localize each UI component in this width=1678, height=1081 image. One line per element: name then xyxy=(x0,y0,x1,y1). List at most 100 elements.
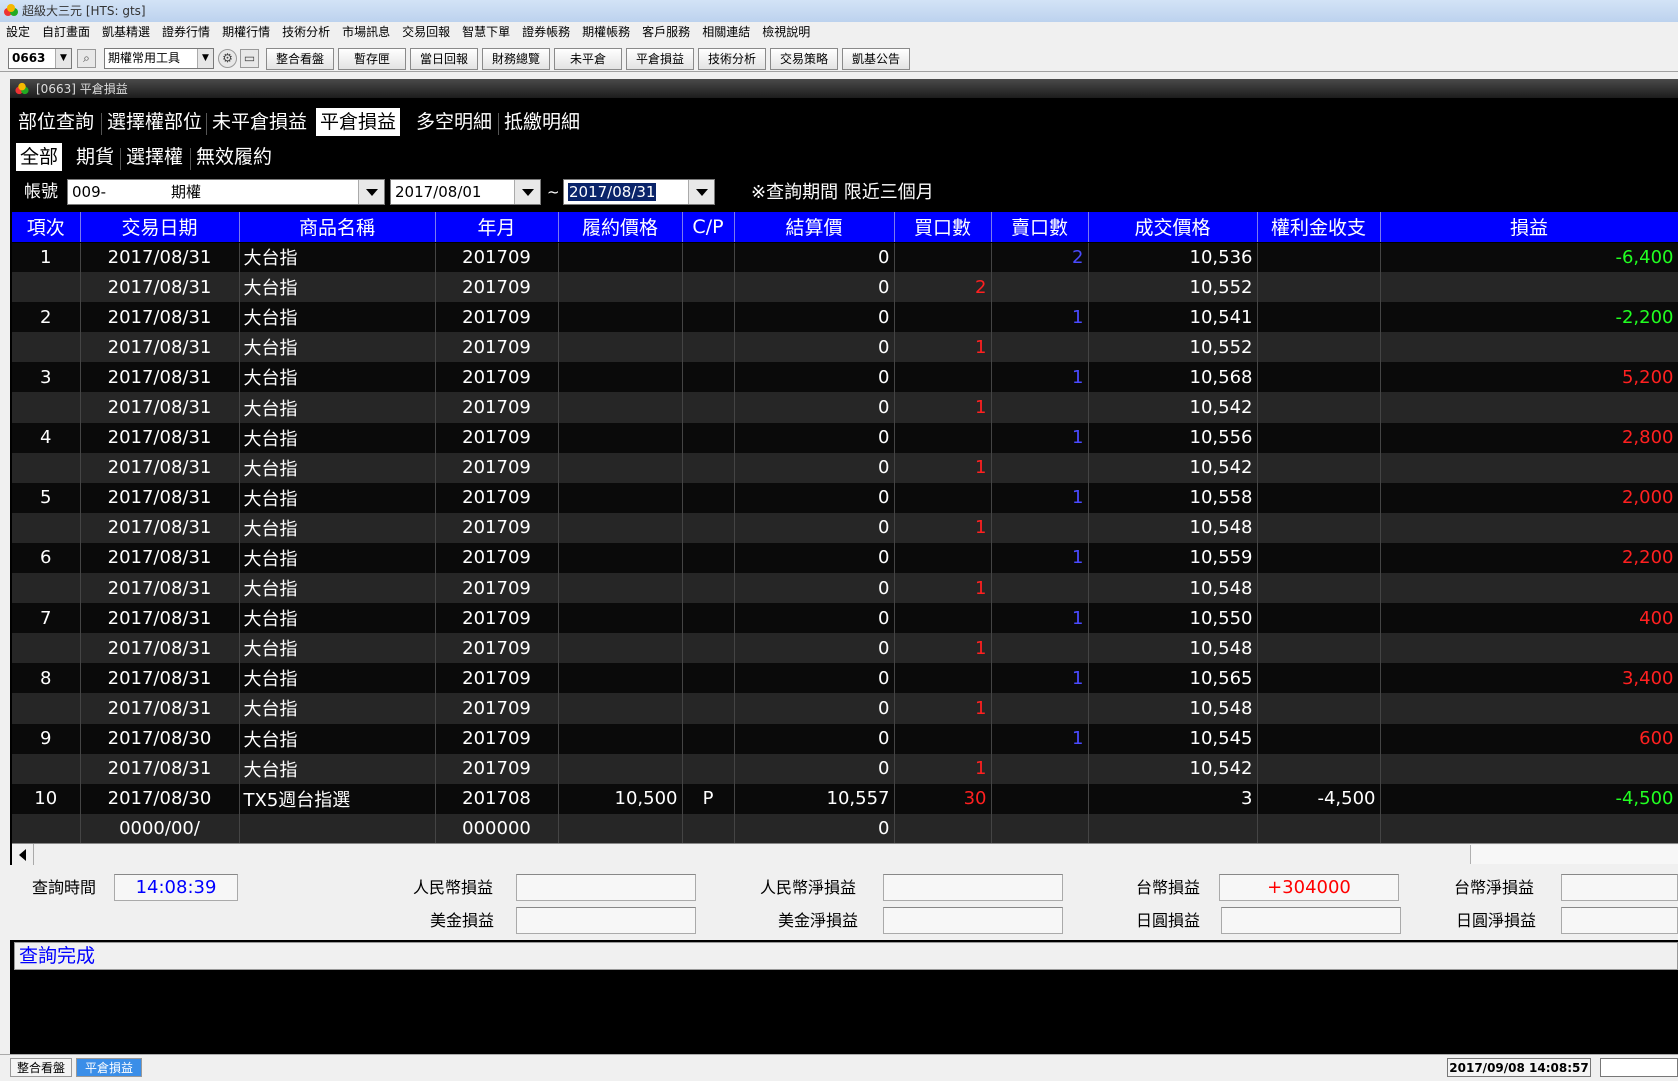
column-header[interactable]: 賣口數 xyxy=(991,212,1089,243)
menu-item[interactable]: 凱基精選 xyxy=(96,22,156,42)
column-header[interactable]: 年月 xyxy=(435,212,559,243)
menu-item[interactable]: 市場訊息 xyxy=(336,22,396,42)
column-header[interactable]: 結算價 xyxy=(734,212,895,243)
gear-icon[interactable]: ⚙ xyxy=(218,49,237,68)
cell-item-no xyxy=(12,452,81,483)
column-header[interactable]: 項次 xyxy=(12,212,81,243)
column-header[interactable]: 權利金收支 xyxy=(1257,212,1381,243)
table-row[interactable]: 8 2017/08/31 大台指 201709 0 1 10,565 3,400 xyxy=(12,663,1678,694)
tab-unrealized-pl[interactable]: 未平倉損益 xyxy=(208,108,311,136)
table-row[interactable]: 5 2017/08/31 大台指 201709 0 1 10,558 2,000 xyxy=(12,482,1678,513)
date-to-field[interactable]: 2017/08/31 xyxy=(563,179,715,205)
function-code-combo[interactable]: 0663 ▼ xyxy=(8,48,72,69)
table-row[interactable]: 4 2017/08/31 大台指 201709 0 1 10,556 2,800 xyxy=(12,422,1678,453)
menu-item[interactable]: 期權行情 xyxy=(216,22,276,42)
tool-select-combo[interactable]: 期權常用工具 ▼ xyxy=(104,48,214,69)
tab-position-query[interactable]: 部位查詢 xyxy=(14,108,98,136)
cell-strike-price xyxy=(558,573,683,604)
menu-item[interactable]: 交易回報 xyxy=(396,22,456,42)
table-row[interactable]: 7 2017/08/31 大台指 201709 0 1 10,550 400 xyxy=(12,603,1678,634)
scroll-left-icon[interactable] xyxy=(12,844,34,865)
table-row[interactable]: 10 2017/08/30 TX5週台指選 201708 10,500 P 10,557 30… xyxy=(12,783,1678,814)
table-row[interactable]: 2017/08/31 大台指 201709 0 1 10,548 xyxy=(12,573,1678,604)
tab-margin-detail[interactable]: 抵繳明細 xyxy=(500,108,584,136)
window-add-icon[interactable]: ▭ xyxy=(240,49,259,68)
task-closed-pl[interactable]: 平倉損益 xyxy=(76,1058,142,1077)
cell-year-month: 201709 xyxy=(435,573,559,604)
column-header[interactable]: C/P xyxy=(682,212,735,243)
toolbar-button-strategy[interactable]: 交易策略 xyxy=(770,48,838,70)
table-row[interactable]: 2017/08/31 大台指 201709 0 1 10,548 xyxy=(12,633,1678,664)
column-header[interactable]: 交易日期 xyxy=(80,212,240,243)
cell-profit-loss: 2,000 xyxy=(1380,482,1678,513)
toolbar-button-closed-pl[interactable]: 平倉損益 xyxy=(626,48,694,70)
menu-item[interactable]: 自訂畫面 xyxy=(36,22,96,42)
table-row[interactable]: 9 2017/08/30 大台指 201709 0 1 10,545 600 xyxy=(12,723,1678,754)
toolbar-button-announcement[interactable]: 凱基公告 xyxy=(842,48,910,70)
table-row[interactable]: 2017/08/31 大台指 201709 0 1 10,548 xyxy=(12,512,1678,543)
table-row[interactable]: 2017/08/31 大台指 201709 0 2 10,552 xyxy=(12,272,1678,303)
menu-item[interactable]: 檢視說明 xyxy=(756,22,816,42)
tab-realized-pl[interactable]: 平倉損益 xyxy=(316,108,401,136)
cell-premium xyxy=(1257,392,1381,423)
dropdown-arrow-icon[interactable] xyxy=(514,180,540,204)
tab-option-position[interactable]: 選擇權部位 xyxy=(103,108,206,136)
table-row[interactable]: 2 2017/08/31 大台指 201709 0 1 10,541 -2,200 xyxy=(12,302,1678,333)
menu-item[interactable]: 相關連結 xyxy=(696,22,756,42)
toolbar-button-technical[interactable]: 技術分析 xyxy=(698,48,766,70)
menu-item[interactable]: 期權帳務 xyxy=(576,22,636,42)
cell-trade-date: 2017/08/31 xyxy=(80,332,240,363)
table-row[interactable]: 2017/08/31 大台指 201709 0 1 10,542 xyxy=(12,452,1678,483)
query-period-note: ※查詢期間 限近三個月 xyxy=(751,182,934,203)
menu-item[interactable]: 客戶服務 xyxy=(636,22,696,42)
date-from-field[interactable]: 2017/08/01 xyxy=(390,179,541,205)
menu-item[interactable]: 技術分析 xyxy=(276,22,336,42)
table-row[interactable]: 6 2017/08/31 大台指 201709 0 1 10,559 2,200 xyxy=(12,542,1678,574)
toolbar-button-clipboard[interactable]: 暫存匣 xyxy=(338,48,406,70)
app-title-bar[interactable]: 超級大三元 [HTS: gts] xyxy=(0,0,1678,22)
tab-long-short-detail[interactable]: 多空明細 xyxy=(412,108,496,136)
account-select[interactable]: 009- 期權 xyxy=(67,179,385,205)
table-row[interactable]: 0000/00/000000 0 xyxy=(12,813,1678,844)
subtab-futures[interactable]: 期貨 xyxy=(72,143,118,171)
subtab-options[interactable]: 選擇權 xyxy=(122,143,187,171)
cell-call-put xyxy=(682,242,735,273)
cell-product-name: 大台指 xyxy=(239,512,436,543)
toolbar-button-finance-overview[interactable]: 財務總覽 xyxy=(482,48,550,70)
toolbar-button-daily-report[interactable]: 當日回報 xyxy=(410,48,478,70)
dropdown-arrow-icon[interactable]: ▼ xyxy=(197,49,213,68)
subtab-all[interactable]: 全部 xyxy=(16,143,63,171)
task-dashboard[interactable]: 整合看盤 xyxy=(10,1058,72,1077)
cell-item-no: 8 xyxy=(12,663,81,694)
date-to-value: 2017/08/31 xyxy=(568,183,657,201)
column-header[interactable]: 商品名稱 xyxy=(239,212,436,243)
table-row[interactable]: 2017/08/31 大台指 201709 0 1 10,542 xyxy=(12,392,1678,423)
toolbar-button-open-positions[interactable]: 未平倉 xyxy=(554,48,622,70)
scrollbar-thumb[interactable] xyxy=(1470,845,1678,864)
table-row[interactable]: 2017/08/31 大台指 201709 0 1 10,552 xyxy=(12,332,1678,363)
column-header[interactable]: 損益 xyxy=(1380,212,1678,243)
menu-item[interactable]: 證券帳務 xyxy=(516,22,576,42)
column-header[interactable]: 買口數 xyxy=(894,212,992,243)
dropdown-arrow-icon[interactable] xyxy=(358,180,384,204)
table-row[interactable]: 2017/08/31 大台指 201709 0 1 10,548 xyxy=(12,693,1678,724)
toolbar-button-dashboard[interactable]: 整合看盤 xyxy=(266,48,334,70)
table-row[interactable]: 2017/08/31 大台指 201709 0 1 10,542 xyxy=(12,753,1678,784)
column-header[interactable]: 履約價格 xyxy=(558,212,683,243)
column-header[interactable]: 成交價格 xyxy=(1088,212,1258,243)
table-row[interactable]: 1 2017/08/31 大台指 201709 0 2 10,536 -6,400 xyxy=(12,242,1678,273)
subwindow-title-bar[interactable]: [0663] 平倉損益 xyxy=(10,79,1678,98)
cell-trade-date: 2017/08/31 xyxy=(80,542,240,574)
dropdown-arrow-icon[interactable]: ▼ xyxy=(55,49,71,68)
search-icon[interactable]: ⌕ xyxy=(77,49,96,68)
twd-net-value xyxy=(1561,874,1678,901)
table-row[interactable]: 3 2017/08/31 大台指 201709 0 1 10,568 5,200 xyxy=(12,362,1678,393)
cell-sell-qty xyxy=(991,332,1089,363)
subtab-invalid-exercise[interactable]: 無效履約 xyxy=(192,143,276,171)
dropdown-arrow-icon[interactable] xyxy=(688,180,714,204)
menu-item[interactable]: 設定 xyxy=(0,22,36,42)
menu-item[interactable]: 智慧下單 xyxy=(456,22,516,42)
menu-item[interactable]: 證券行情 xyxy=(156,22,216,42)
horizontal-scrollbar[interactable] xyxy=(12,843,1678,865)
cell-strike-price xyxy=(558,542,683,574)
